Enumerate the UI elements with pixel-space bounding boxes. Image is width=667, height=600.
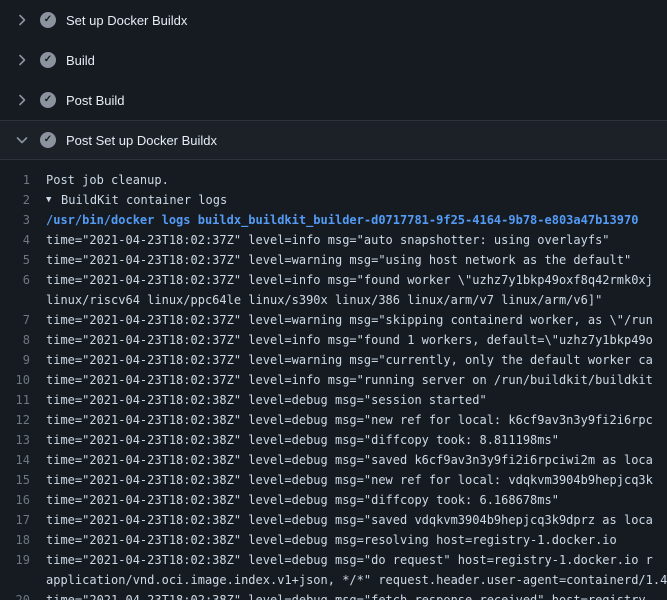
line-number[interactable] <box>0 570 46 590</box>
line-text: application/vnd.oci.image.index.v1+json,… <box>46 570 667 590</box>
line-number[interactable]: 1 <box>0 170 46 190</box>
line-number[interactable]: 13 <box>0 430 46 450</box>
line-number[interactable]: 19 <box>0 550 46 570</box>
log-line: 14 ▼ time="2021-04-23T18:02:38Z" level=d… <box>0 450 667 470</box>
line-number[interactable] <box>0 290 46 310</box>
log-line: ▼ application/vnd.oci.image.index.v1+jso… <box>0 570 667 590</box>
log-line: 20 ▼ time="2021-04-23T18:02:38Z" level=d… <box>0 590 667 600</box>
line-text: time="2021-04-23T18:02:38Z" level=debug … <box>46 390 667 410</box>
log-line: 4 ▼ time="2021-04-23T18:02:37Z" level=in… <box>0 230 667 250</box>
line-text: Post job cleanup. <box>46 170 667 190</box>
line-text: time="2021-04-23T18:02:37Z" level=warnin… <box>46 310 667 330</box>
line-text: time="2021-04-23T18:02:38Z" level=debug … <box>46 430 667 450</box>
log-line: ▼ linux/riscv64 linux/ppc64le linux/s390… <box>0 290 667 310</box>
check-circle-icon: ✓ <box>40 132 56 148</box>
line-number[interactable]: 9 <box>0 350 46 370</box>
line-text: time="2021-04-23T18:02:38Z" level=debug … <box>46 550 667 570</box>
check-mark: ✓ <box>44 135 52 145</box>
step-title: Post Build <box>66 93 125 108</box>
actions-log-viewer: ✓ Set up Docker Buildx ✓ Build ✓ Post Bu… <box>0 0 667 600</box>
line-number[interactable]: 15 <box>0 470 46 490</box>
log-line: 11 ▼ time="2021-04-23T18:02:38Z" level=d… <box>0 390 667 410</box>
step-header[interactable]: ✓ Build <box>0 40 667 80</box>
line-text: time="2021-04-23T18:02:37Z" level=warnin… <box>46 350 667 370</box>
line-number[interactable]: 8 <box>0 330 46 350</box>
log-line: 15 ▼ time="2021-04-23T18:02:38Z" level=d… <box>0 470 667 490</box>
chevron-icon <box>14 52 30 68</box>
line-number[interactable]: 6 <box>0 270 46 290</box>
check-mark: ✓ <box>44 55 52 65</box>
step-list: ✓ Set up Docker Buildx ✓ Build ✓ Post Bu… <box>0 0 667 160</box>
line-text: /usr/bin/docker logs buildx_buildkit_bui… <box>46 210 667 230</box>
log-line: 16 ▼ time="2021-04-23T18:02:38Z" level=d… <box>0 490 667 510</box>
step-title: Set up Docker Buildx <box>66 13 187 28</box>
line-text: time="2021-04-23T18:02:37Z" level=info m… <box>46 370 667 390</box>
line-text: time="2021-04-23T18:02:38Z" level=debug … <box>46 490 667 510</box>
line-number[interactable]: 20 <box>0 590 46 600</box>
log-line: 6 ▼ time="2021-04-23T18:02:37Z" level=in… <box>0 270 667 290</box>
check-mark: ✓ <box>44 95 52 105</box>
line-number[interactable]: 18 <box>0 530 46 550</box>
group-caret-icon[interactable]: ▼ <box>46 190 61 210</box>
step-header[interactable]: ✓ Post Set up Docker Buildx <box>0 120 667 160</box>
log-area: 1 ▼ Post job cleanup. 2 ▼ BuildKit conta… <box>0 160 667 600</box>
line-text: time="2021-04-23T18:02:38Z" level=debug … <box>46 470 667 490</box>
line-number[interactable]: 17 <box>0 510 46 530</box>
line-number[interactable]: 12 <box>0 410 46 430</box>
line-text: time="2021-04-23T18:02:37Z" level=info m… <box>46 230 667 250</box>
line-text: time="2021-04-23T18:02:38Z" level=debug … <box>46 510 667 530</box>
line-text: time="2021-04-23T18:02:37Z" level=info m… <box>46 270 667 290</box>
line-number[interactable]: 4 <box>0 230 46 250</box>
line-number[interactable]: 14 <box>0 450 46 470</box>
line-number[interactable]: 16 <box>0 490 46 510</box>
line-text: BuildKit container logs <box>61 190 667 210</box>
line-text: time="2021-04-23T18:02:38Z" level=debug … <box>46 530 667 550</box>
line-text: time="2021-04-23T18:02:37Z" level=info m… <box>46 330 667 350</box>
check-circle-icon: ✓ <box>40 92 56 108</box>
log-line: 1 ▼ Post job cleanup. <box>0 170 667 190</box>
step-header[interactable]: ✓ Post Build <box>0 80 667 120</box>
step-title: Build <box>66 53 95 68</box>
log-line: 9 ▼ time="2021-04-23T18:02:37Z" level=wa… <box>0 350 667 370</box>
line-text: time="2021-04-23T18:02:37Z" level=warnin… <box>46 250 667 270</box>
line-number[interactable]: 5 <box>0 250 46 270</box>
log-line: 17 ▼ time="2021-04-23T18:02:38Z" level=d… <box>0 510 667 530</box>
line-number[interactable]: 10 <box>0 370 46 390</box>
line-number[interactable]: 3 <box>0 210 46 230</box>
log-line: 12 ▼ time="2021-04-23T18:02:38Z" level=d… <box>0 410 667 430</box>
log-line: 7 ▼ time="2021-04-23T18:02:37Z" level=wa… <box>0 310 667 330</box>
log-line: 10 ▼ time="2021-04-23T18:02:37Z" level=i… <box>0 370 667 390</box>
step-title: Post Set up Docker Buildx <box>66 133 217 148</box>
log-line: 3 ▼ /usr/bin/docker logs buildx_buildkit… <box>0 210 667 230</box>
log-line: 2 ▼ BuildKit container logs <box>0 190 667 210</box>
chevron-icon <box>14 132 30 148</box>
line-text: linux/riscv64 linux/ppc64le linux/s390x … <box>46 290 667 310</box>
line-number[interactable]: 11 <box>0 390 46 410</box>
check-circle-icon: ✓ <box>40 52 56 68</box>
chevron-icon <box>14 12 30 28</box>
line-text: time="2021-04-23T18:02:38Z" level=debug … <box>46 410 667 430</box>
log-line: 13 ▼ time="2021-04-23T18:02:38Z" level=d… <box>0 430 667 450</box>
log-line: 18 ▼ time="2021-04-23T18:02:38Z" level=d… <box>0 530 667 550</box>
line-text: time="2021-04-23T18:02:38Z" level=debug … <box>46 590 667 600</box>
log-line: 5 ▼ time="2021-04-23T18:02:37Z" level=wa… <box>0 250 667 270</box>
log-line: 19 ▼ time="2021-04-23T18:02:38Z" level=d… <box>0 550 667 570</box>
step-header[interactable]: ✓ Set up Docker Buildx <box>0 0 667 40</box>
line-number[interactable]: 2 <box>0 190 46 210</box>
line-text: time="2021-04-23T18:02:38Z" level=debug … <box>46 450 667 470</box>
log-line: 8 ▼ time="2021-04-23T18:02:37Z" level=in… <box>0 330 667 350</box>
check-mark: ✓ <box>44 15 52 25</box>
line-number[interactable]: 7 <box>0 310 46 330</box>
check-circle-icon: ✓ <box>40 12 56 28</box>
chevron-icon <box>14 92 30 108</box>
